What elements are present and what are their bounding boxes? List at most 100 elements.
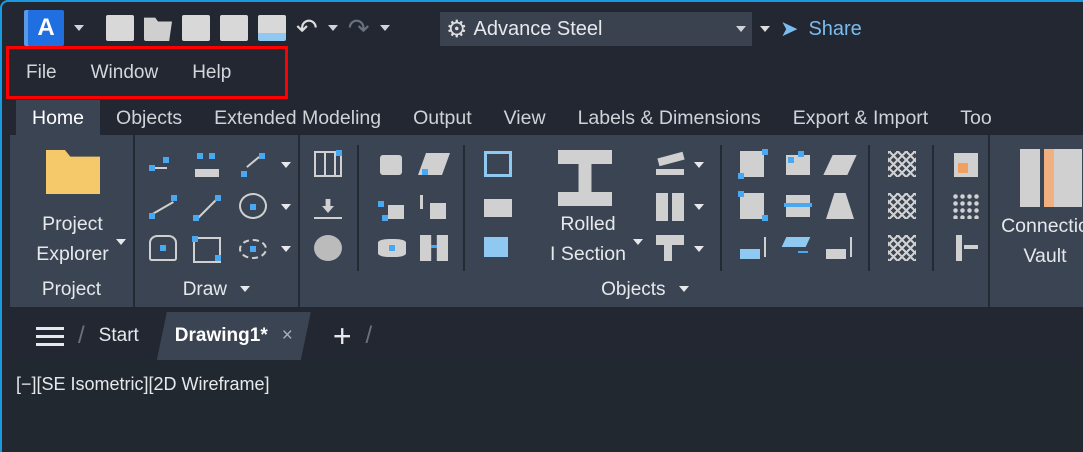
tab-labels-dimensions[interactable]: Labels & Dimensions: [562, 100, 777, 136]
grating-icon[interactable]: [888, 151, 916, 177]
channel-section-icon[interactable]: [656, 193, 684, 221]
grating-polygon-icon[interactable]: [888, 235, 916, 261]
ellipse-dropdown-icon[interactable]: [281, 246, 291, 252]
plate-at-polyline-icon[interactable]: [784, 149, 812, 175]
curved-beam-icon[interactable]: [378, 195, 406, 221]
i-section-icon[interactable]: [484, 151, 512, 177]
angle-section-icon[interactable]: [656, 235, 684, 261]
tab-start[interactable]: Start: [99, 325, 139, 347]
polyline-icon[interactable]: [149, 153, 177, 179]
app-logo-button[interactable]: A: [28, 10, 64, 46]
panel-objects: Rolled I Section Objects: [300, 135, 990, 307]
tab-objects[interactable]: Objects: [100, 100, 198, 136]
drawing-canvas[interactable]: [−][SE Isometric][2D Wireframe]: [10, 362, 1083, 452]
tab-extended-modeling[interactable]: Extended Modeling: [198, 100, 397, 136]
dropdown-arrow-icon[interactable]: [694, 204, 704, 210]
save-icon[interactable]: [182, 15, 210, 41]
add-feature-icon[interactable]: [952, 151, 980, 177]
circle-dropdown-icon[interactable]: [281, 204, 291, 210]
workspace-selector[interactable]: ⚙ Advance Steel: [440, 12, 752, 46]
redo-caret-icon[interactable]: [379, 25, 390, 31]
panel-label-objects[interactable]: Objects: [300, 279, 990, 301]
ribbon-tabs: Home Objects Extended Modeling Output Vi…: [16, 100, 1008, 136]
tab-separator: /: [365, 322, 373, 349]
save-as-icon[interactable]: [220, 15, 248, 41]
panel-label: Objects: [601, 279, 666, 300]
expand-beam-icon[interactable]: [420, 235, 448, 261]
beam-icon[interactable]: [378, 151, 406, 177]
warped-beam-icon[interactable]: [378, 235, 406, 261]
dropdown-arrow-icon[interactable]: [633, 239, 643, 245]
customize-qat-icon[interactable]: [760, 26, 770, 32]
grid-icon[interactable]: [314, 150, 342, 177]
panel-connection-vault: Connectio Vault: [990, 135, 1083, 307]
button-label: Connectio: [1001, 215, 1083, 237]
tab-tools[interactable]: Too: [944, 100, 1007, 136]
share-button[interactable]: ➤ Share: [760, 16, 862, 42]
redo-icon[interactable]: ↷: [348, 13, 370, 44]
connection-vault-icon: [1020, 149, 1082, 207]
separator: [720, 145, 722, 271]
rectangle-icon[interactable]: [192, 236, 221, 263]
new-icon[interactable]: [106, 15, 134, 41]
level-icon[interactable]: [314, 195, 342, 221]
welded-beam-icon[interactable]: [484, 195, 512, 221]
line-icon[interactable]: [193, 195, 221, 221]
panel-label-draw[interactable]: Draw: [135, 279, 298, 301]
arc-icon[interactable]: [239, 153, 267, 179]
tab-drawing1[interactable]: Drawing1* ×: [157, 312, 311, 360]
tab-output[interactable]: Output: [397, 100, 488, 136]
split-beam-icon[interactable]: [420, 195, 448, 221]
separator: [868, 145, 870, 271]
tab-home[interactable]: Home: [16, 100, 101, 136]
undo-icon[interactable]: ↶: [296, 13, 318, 44]
conical-plate-icon[interactable]: [826, 193, 854, 219]
tab-label: Drawing1*: [174, 325, 268, 346]
workspace-name: Advance Steel: [473, 17, 603, 40]
polygon-icon[interactable]: [149, 235, 177, 261]
anchor-pattern-icon[interactable]: [952, 193, 980, 219]
close-icon[interactable]: ×: [282, 325, 293, 347]
ucs-icon[interactable]: [193, 153, 221, 179]
polygon-plate-icon[interactable]: [738, 191, 768, 221]
print-icon[interactable]: [258, 15, 286, 41]
tab-view[interactable]: View: [488, 100, 562, 136]
chevron-down-icon: [240, 286, 251, 292]
plate-extend-icon[interactable]: [781, 233, 812, 259]
shorten-plate-icon[interactable]: [740, 235, 768, 261]
arc-dropdown-icon[interactable]: [281, 162, 291, 168]
chevron-down-icon: [736, 26, 746, 32]
tab-separator: /: [78, 322, 85, 349]
separator: [463, 145, 465, 271]
beam-axis-icon[interactable]: [484, 235, 512, 261]
rolled-i-section-icon: [558, 150, 612, 206]
undo-caret-icon[interactable]: [327, 25, 338, 31]
split-plate-icon[interactable]: [784, 193, 812, 219]
hamburger-menu-icon[interactable]: [36, 322, 64, 351]
dropdown-arrow-icon[interactable]: [694, 162, 704, 168]
rectangular-plate-icon[interactable]: [738, 149, 768, 179]
panel-draw: Draw: [135, 135, 300, 307]
plate-thickness-icon[interactable]: [826, 235, 854, 261]
dropdown-arrow-icon[interactable]: [116, 239, 126, 245]
button-label: Project: [42, 213, 103, 235]
shear-stud-icon[interactable]: [952, 235, 980, 261]
new-tab-button[interactable]: +: [333, 318, 352, 355]
plate-icon[interactable]: [417, 151, 451, 177]
viewport-controls[interactable]: [−][SE Isometric][2D Wireframe]: [16, 374, 270, 395]
connection-vault-button[interactable]: Connectio Vault: [990, 211, 1083, 271]
highlight-box: [6, 46, 288, 99]
separator: [357, 145, 359, 271]
tab-export-import[interactable]: Export & Import: [777, 100, 944, 136]
flat-bar-icon[interactable]: [656, 151, 685, 177]
project-explorer-icon: [46, 150, 100, 194]
open-folder-icon[interactable]: [144, 17, 172, 41]
app-menu-caret-icon[interactable]: [74, 25, 84, 31]
compass-icon[interactable]: [314, 235, 342, 261]
ellipse-icon[interactable]: [239, 239, 267, 259]
spline-icon[interactable]: [149, 195, 177, 221]
grating-rectangular-icon[interactable]: [888, 193, 916, 219]
folded-plate-icon[interactable]: [823, 151, 857, 177]
dropdown-arrow-icon[interactable]: [694, 246, 704, 252]
circle-icon[interactable]: [239, 193, 267, 219]
